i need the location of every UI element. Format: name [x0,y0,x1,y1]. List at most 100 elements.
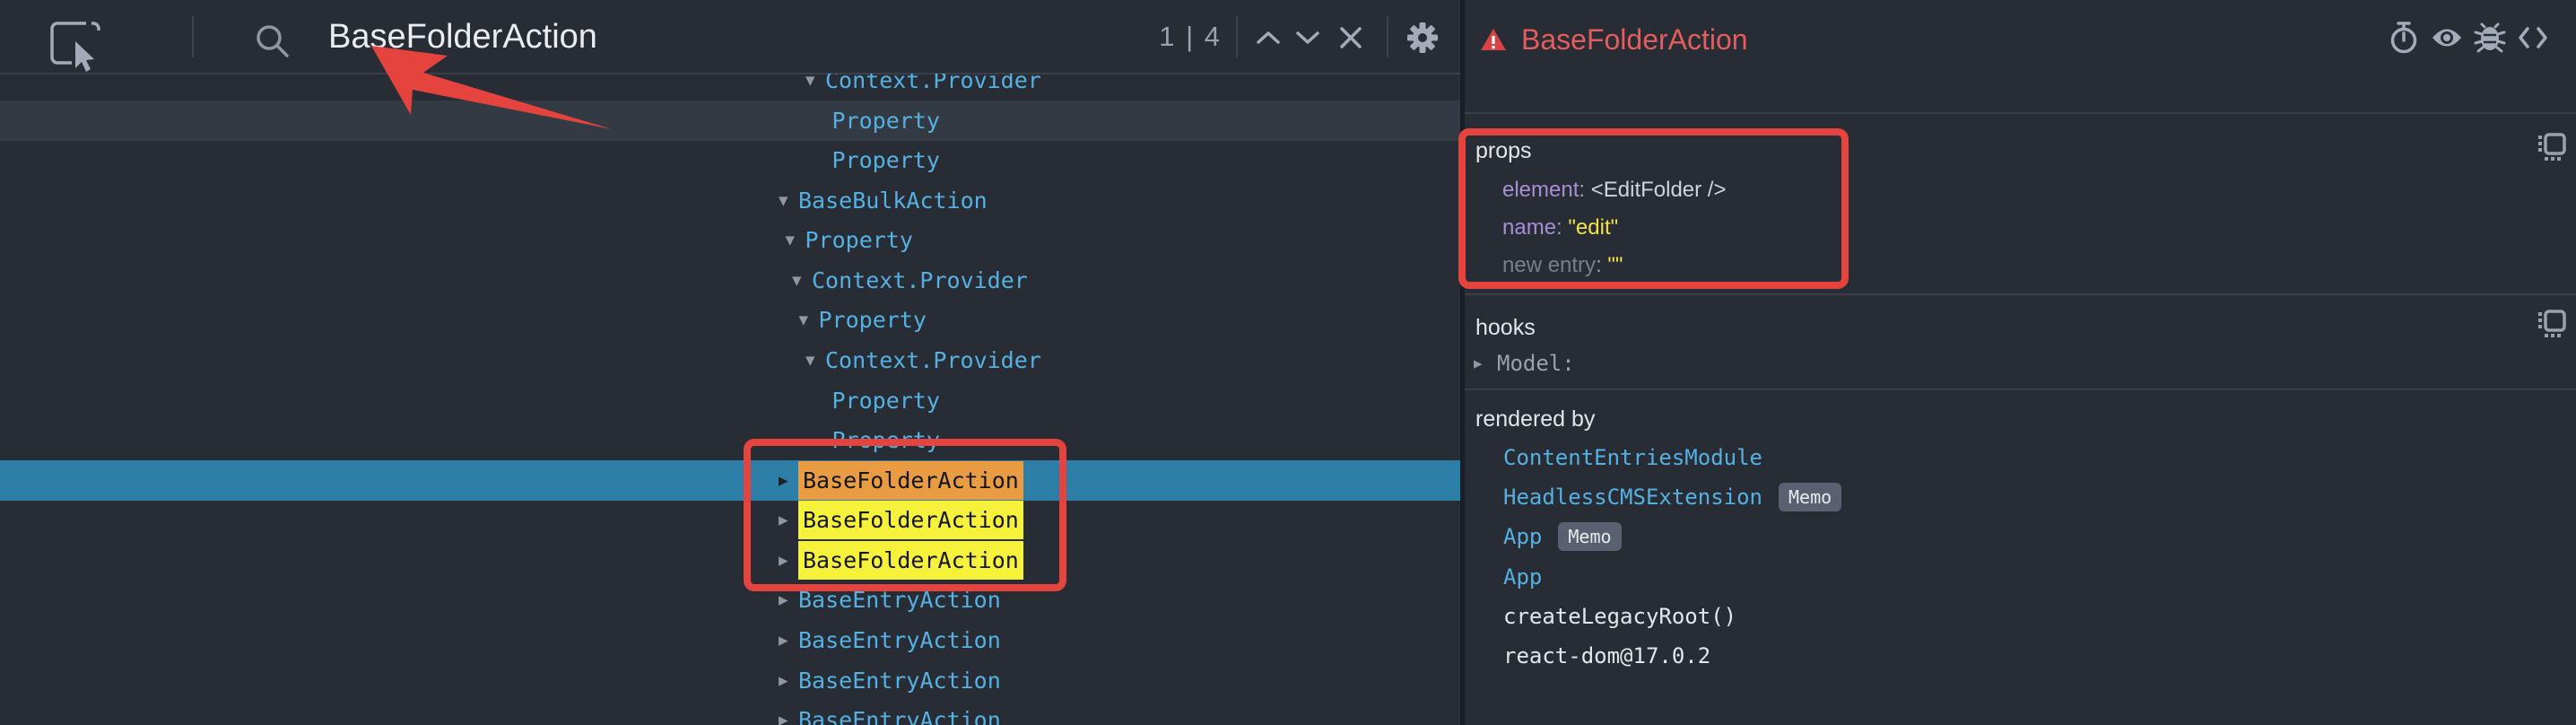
tree-row-baseentryaction[interactable]: ▸BaseEntryAction [0,580,1460,620]
inspect-element-button[interactable] [47,18,104,72]
component-name: BaseFolderAction [798,501,1023,539]
twisty-right-icon[interactable]: ▸ [1474,344,1497,383]
component-name: BaseFolderAction [798,461,1023,500]
inspect-dom-eye-icon[interactable] [2432,20,2462,56]
tree-row-property[interactable]: ▾Property [0,220,1460,260]
component-name: Context.Provider [825,347,1041,373]
prop-row-element: element: <EditFolder /> [1502,170,1726,210]
component-tree: ▾Context.ProviderPropertyProperty▾BaseBu… [0,74,1460,725]
rendered-by-item: HeadlessCMSExtension Memo [1503,477,1841,517]
inspected-element-header: BaseFolderAction [1480,20,1748,59]
tree-row-baseentryaction[interactable]: ▸BaseEntryAction [0,620,1460,660]
twisty-down-icon[interactable]: ▾ [779,180,798,221]
rendered-by-text: react-dom@17.0.2 [1503,643,1710,668]
twisty-right-icon[interactable]: ▸ [779,540,798,581]
hooks-section-label: hooks [1475,311,1536,344]
copy-props-icon[interactable] [2537,133,2566,162]
prop-row-name: name: "edit" [1502,208,1618,248]
rendered-by-link[interactable]: HeadlessCMSExtension [1503,485,1762,510]
previous-match-button[interactable] [1250,20,1286,56]
copy-hooks-icon[interactable] [2537,310,2566,338]
component-name: Property [832,388,940,414]
twisty-down-icon[interactable]: ▾ [799,300,819,340]
component-name: Property [832,147,940,173]
rendered-by-section-label: rendered by [1475,403,1595,435]
component-name: BaseFolderAction [798,541,1023,580]
tree-row-context.provider[interactable]: ▾Context.Provider [0,260,1460,301]
rendered-by-link[interactable]: ContentEntriesModule [1503,445,1762,470]
props-section-label: props [1475,135,1532,167]
component-name: Property [832,427,940,453]
component-name: Context.Provider [825,74,1041,93]
tree-row-property[interactable]: ▾Property [0,300,1460,340]
rendered-by-item: App Memo [1503,517,1622,556]
tree-row-basefolderaction[interactable]: ▸BaseFolderAction [0,500,1460,540]
rendered-by-text: createLegacyRoot() [1503,604,1736,629]
hook-label: Model: [1497,351,1575,376]
inspector-toolbar-icons [2389,20,2548,56]
tree-row-basefolderaction[interactable]: ▸BaseFolderAction [0,460,1460,501]
memo-badge: Memo [1558,522,1621,551]
tree-row-property[interactable]: Property [0,140,1460,180]
prop-value[interactable]: "edit" [1568,215,1618,240]
tree-row-baseentryaction[interactable]: ▸BaseEntryAction [0,700,1460,725]
rendered-by-link[interactable]: App [1503,564,1542,590]
settings-gear-icon[interactable] [1405,20,1440,56]
twisty-right-icon[interactable]: ▸ [779,500,798,540]
tree-row-baseentryaction[interactable]: ▸BaseEntryAction [0,660,1460,701]
twisty-right-icon[interactable]: ▸ [779,460,798,501]
toolbar-divider [1236,16,1238,57]
rendered-by-item: createLegacyRoot() [1503,597,1736,636]
toolbar-divider [1387,16,1388,57]
clear-search-button[interactable] [1333,20,1369,56]
tree-row-property[interactable]: Property [0,380,1460,421]
tree-row-context.provider[interactable]: ▾Context.Provider [0,74,1460,100]
twisty-down-icon[interactable]: ▾ [786,220,805,260]
twisty-down-icon[interactable]: ▾ [805,74,825,100]
twisty-right-icon[interactable]: ▸ [779,580,798,620]
prop-separator: : [1579,178,1590,203]
tree-row-property[interactable]: Property [0,420,1460,460]
inspected-component-title: BaseFolderAction [1521,23,1748,57]
twisty-down-icon[interactable]: ▾ [805,340,825,380]
suspense-stopwatch-icon[interactable] [2389,20,2419,56]
component-name: BaseEntryAction [798,668,1001,694]
component-name: BaseBulkAction [798,188,988,214]
view-source-code-icon[interactable] [2518,20,2548,56]
twisty-right-icon[interactable]: ▸ [779,620,798,660]
component-name: BaseEntryAction [798,627,1001,653]
search-result-count: 1 | 4 [1103,0,1222,74]
search-icon [253,22,292,61]
rendered-by-link[interactable]: App [1503,524,1542,549]
prop-value[interactable]: "" [1607,253,1623,278]
component-name: Property [819,307,927,333]
component-name: BaseEntryAction [798,587,1001,613]
hook-row-model[interactable]: ▸Model: [1474,344,1575,383]
inspected-element-panel: BaseFolderAction [1465,0,2576,725]
prop-separator: : [1556,215,1568,240]
section-divider [1465,389,2576,390]
search-input[interactable] [328,13,1064,61]
twisty-down-icon[interactable]: ▾ [792,260,812,301]
toolbar-divider [192,16,194,57]
prop-value[interactable]: <EditFolder /> [1591,178,1727,203]
tree-toolbar: 1 | 4 [0,0,1460,74]
section-divider [1465,112,2576,114]
twisty-right-icon[interactable]: ▸ [779,660,798,701]
error-warning-icon [1480,28,1507,52]
tree-row-basebulkaction[interactable]: ▾BaseBulkAction [0,180,1460,221]
memo-badge: Memo [1779,483,1841,511]
twisty-right-icon[interactable]: ▸ [779,700,798,725]
section-divider [1465,293,2576,295]
prop-separator: : [1596,253,1607,278]
tree-row-basefolderaction[interactable]: ▸BaseFolderAction [0,540,1460,581]
next-match-button[interactable] [1290,20,1326,56]
react-devtools-components-panel: 1 | 4 [0,0,2576,725]
log-to-console-bug-icon[interactable] [2475,20,2505,56]
tree-row-context.provider[interactable]: ▾Context.Provider [0,340,1460,380]
rendered-by-item: ContentEntriesModule [1503,438,1762,477]
component-name: BaseEntryAction [798,707,1001,725]
rendered-by-item: App [1503,557,1542,597]
tree-row-property[interactable]: Property [0,100,1460,141]
component-name: Context.Provider [812,267,1028,293]
